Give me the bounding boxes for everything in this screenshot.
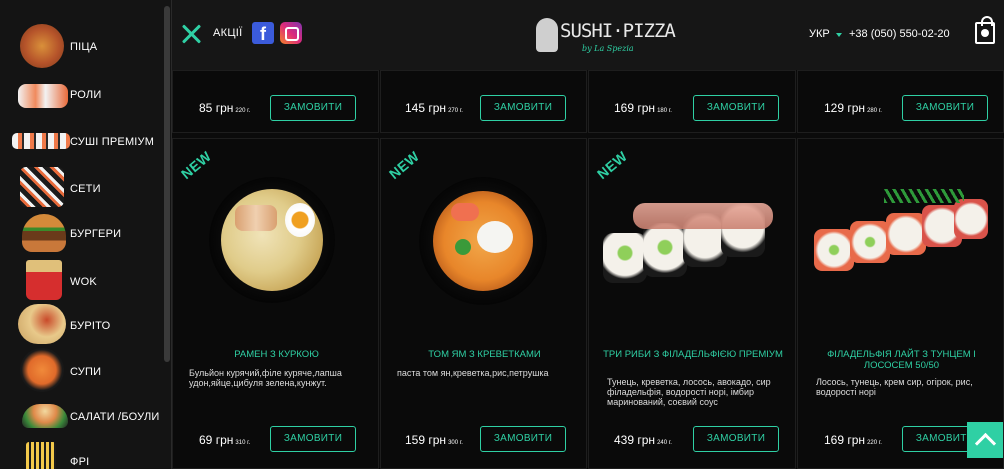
product-card: 85 грн 220 г. ЗАМОВИТИ <box>172 70 379 133</box>
order-button[interactable]: ЗАМОВИТИ <box>693 426 779 452</box>
order-button[interactable]: ЗАМОВИТИ <box>480 95 566 121</box>
salad-icon <box>22 404 68 428</box>
price: 85 грн 220 г. <box>199 101 251 115</box>
new-badge: NEW <box>177 147 215 183</box>
product-description: Тунець, креветка, лосось, авокадо, сир ф… <box>607 377 771 407</box>
sidebar-item-rolls[interactable]: РОЛИ <box>0 72 165 118</box>
shopping-bag-icon[interactable] <box>975 16 995 44</box>
brand-logo[interactable]: SUSHI·PIZZA by La Spezia <box>536 14 676 58</box>
order-button[interactable]: ЗАМОВИТИ <box>480 426 566 452</box>
instagram-icon[interactable] <box>280 22 302 44</box>
cart-badge <box>981 29 989 37</box>
ramen-image[interactable] <box>209 177 335 303</box>
price: 159 грн 300 г. <box>405 433 463 447</box>
philadelphia-light-image[interactable] <box>814 189 994 279</box>
product-title[interactable]: РАМЕН З КУРКОЮ <box>179 349 374 360</box>
phone-number[interactable]: +38 (050) 550-02-20 <box>849 28 950 40</box>
burrito-icon <box>18 304 66 344</box>
product-card: 129 грн 280 г. ЗАМОВИТИ <box>797 70 1004 133</box>
sidebar-item-salads[interactable]: САЛАТИ /БОУЛИ <box>0 392 165 438</box>
philadelphia-roll-image[interactable] <box>603 199 785 289</box>
sidebar-item-fries[interactable]: ФРІ <box>0 438 165 469</box>
sushi-premium-icon <box>12 133 70 149</box>
product-card[interactable]: NEW ТОМ ЯМ З КРЕВЕТКАМИ паста том ян,кре… <box>380 138 587 469</box>
logo-subtitle: by La Spezia <box>582 44 634 53</box>
sidebar-item-label: СЕТИ <box>70 183 101 195</box>
new-badge: NEW <box>385 147 423 183</box>
sidebar-item-sushi-premium[interactable]: СУШІ ПРЕМІУМ <box>0 117 165 163</box>
product-title[interactable]: ФІЛАДЕЛЬФІЯ ЛАЙТ З ТУНЦЕМ І ЛОСОСЕМ 50/5… <box>804 349 999 371</box>
new-badge: NEW <box>593 147 631 183</box>
order-button[interactable]: ЗАМОВИТИ <box>693 95 779 121</box>
product-card[interactable]: NEW ТРИ РИБИ З ФІЛАДЕЛЬФІЄЮ ПРЕМІУМ Туне… <box>588 138 796 469</box>
app-root: ПІЦА РОЛИ СУШІ ПРЕМІУМ СЕТИ БУРГЕРИ WOK … <box>0 0 1004 469</box>
product-title[interactable]: ТОМ ЯМ З КРЕВЕТКАМИ <box>387 349 582 360</box>
order-button[interactable]: ЗАМОВИТИ <box>270 426 356 452</box>
price: 145 грн 270 г. <box>405 101 463 115</box>
sidebar-item-pizza[interactable]: ПІЦА <box>0 22 165 68</box>
top-header: АКЦІЇ f SUSHI·PIZZA by La Spezia УКР +38… <box>172 0 1004 70</box>
promo-link[interactable]: АКЦІЇ <box>213 27 243 39</box>
product-card: 145 грн 270 г. ЗАМОВИТИ <box>380 70 587 133</box>
logo-mark-icon <box>536 18 558 52</box>
product-description: паста том ян,креветка,рис,петрушка <box>397 368 549 378</box>
order-button[interactable]: ЗАМОВИТИ <box>270 95 356 121</box>
price: 169 грн 220 г. <box>824 433 882 447</box>
price: 129 грн 280 г. <box>824 101 882 115</box>
price: 439 грн 240 г. <box>614 433 672 447</box>
sidebar-item-label: САЛАТИ /БОУЛИ <box>70 411 160 423</box>
logo-text: SUSHI·PIZZA <box>560 20 676 42</box>
sidebar-item-sets[interactable]: СЕТИ <box>0 163 165 209</box>
sidebar-item-label: РОЛИ <box>70 89 102 101</box>
tom-yam-image[interactable] <box>419 177 547 305</box>
soup-icon <box>20 348 64 392</box>
sidebar-item-label: БУРГЕРИ <box>70 228 122 240</box>
sidebar-item-label: СУШІ ПРЕМІУМ <box>70 136 155 148</box>
sidebar-item-label: ФРІ <box>70 456 90 468</box>
sidebar-item-label: БУРІТО <box>70 320 111 332</box>
price: 169 грн 180 г. <box>614 101 672 115</box>
close-icon[interactable] <box>180 22 204 46</box>
sidebar-item-soups[interactable]: СУПИ <box>0 346 165 392</box>
sets-icon <box>20 167 64 207</box>
sidebar-scrollbar[interactable] <box>164 6 170 362</box>
product-card[interactable]: ФІЛАДЕЛЬФІЯ ЛАЙТ З ТУНЦЕМ І ЛОСОСЕМ 50/5… <box>797 138 1004 469</box>
wok-icon <box>26 260 62 300</box>
product-card[interactable]: NEW РАМЕН З КУРКОЮ Бульйон курячий,філе … <box>172 138 379 469</box>
sidebar-item-label: ПІЦА <box>70 41 98 53</box>
sidebar-item-label: WOK <box>70 276 97 288</box>
product-card: 169 грн 180 г. ЗАМОВИТИ <box>588 70 796 133</box>
fries-icon <box>26 442 56 469</box>
burger-icon <box>22 214 66 252</box>
product-description: Бульйон курячий,філе куряче,лапша удон,я… <box>189 368 342 388</box>
language-selector[interactable]: УКР <box>809 28 830 40</box>
sidebar-item-burgers[interactable]: БУРГЕРИ <box>0 208 165 254</box>
product-title[interactable]: ТРИ РИБИ З ФІЛАДЕЛЬФІЄЮ ПРЕМІУМ <box>595 349 791 360</box>
category-sidebar: ПІЦА РОЛИ СУШІ ПРЕМІУМ СЕТИ БУРГЕРИ WOK … <box>0 0 172 469</box>
sidebar-item-burrito[interactable]: БУРІТО <box>0 300 165 346</box>
scroll-to-top-button[interactable] <box>967 422 1003 458</box>
sidebar-item-wok[interactable]: WOK <box>0 254 165 300</box>
chevron-down-icon <box>836 33 842 37</box>
order-button[interactable]: ЗАМОВИТИ <box>902 95 988 121</box>
facebook-icon[interactable]: f <box>252 22 274 44</box>
pizza-icon <box>20 24 64 68</box>
sidebar-item-label: СУПИ <box>70 366 102 378</box>
price: 69 грн 310 г. <box>199 433 251 447</box>
rolls-icon <box>18 84 68 108</box>
product-description: Лосось, тунець, крем сир, огірок, рис, в… <box>816 377 973 397</box>
